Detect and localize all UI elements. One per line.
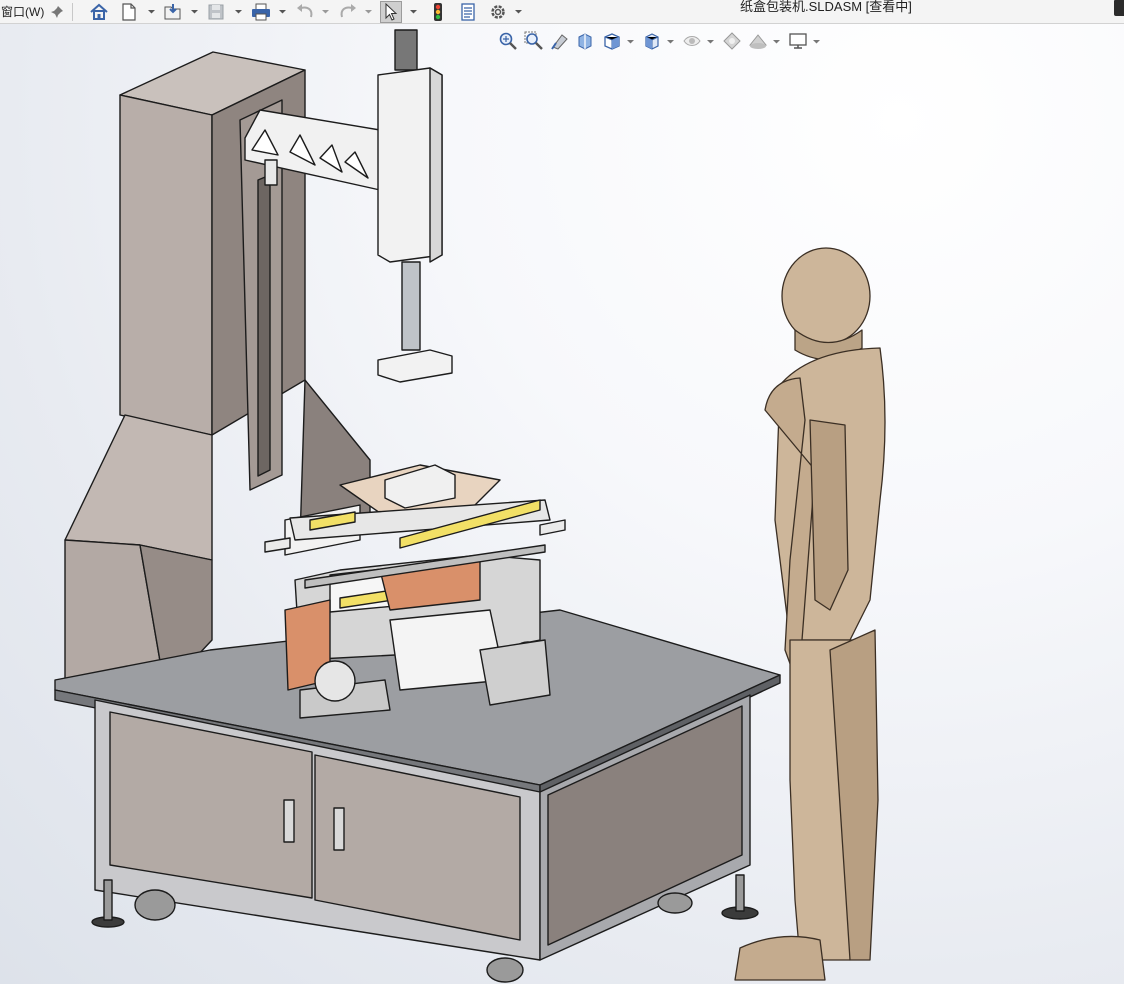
- vertical-actuator[interactable]: [377, 29, 453, 383]
- save-icon[interactable]: [205, 1, 227, 23]
- document-title: 纸盒包装机.SLDASM [查看中]: [740, 0, 912, 14]
- redo-icon[interactable]: [337, 1, 359, 23]
- undo-icon[interactable]: [294, 1, 316, 23]
- pin-icon[interactable]: [46, 1, 68, 23]
- window-corner-control[interactable]: [1114, 0, 1124, 16]
- print-icon[interactable]: [250, 1, 272, 23]
- chevron-down-icon[interactable]: [322, 8, 329, 15]
- assembly-model-view[interactable]: [0, 24, 1124, 984]
- open-icon[interactable]: [162, 1, 184, 23]
- toolbar-separator: [72, 3, 73, 21]
- graphics-viewport[interactable]: [0, 24, 1124, 984]
- options-gear-icon[interactable]: [487, 1, 509, 23]
- rebuild-traffic-light-icon[interactable]: [427, 1, 449, 23]
- chevron-down-icon[interactable]: [410, 8, 417, 15]
- human-mannequin: [734, 247, 886, 981]
- window-menu[interactable]: 窗口(W): [0, 2, 44, 22]
- chevron-down-icon[interactable]: [235, 8, 242, 15]
- select-cursor-icon[interactable]: [380, 1, 402, 23]
- overhead-arm[interactable]: [244, 109, 381, 191]
- file-properties-icon[interactable]: [457, 1, 479, 23]
- new-document-icon[interactable]: [118, 1, 140, 23]
- chevron-down-icon[interactable]: [191, 8, 198, 15]
- chevron-down-icon[interactable]: [515, 8, 522, 15]
- home-icon[interactable]: [88, 1, 110, 23]
- chevron-down-icon[interactable]: [279, 8, 286, 15]
- chevron-down-icon[interactable]: [148, 8, 155, 15]
- command-toolbar: 窗口(W) 纸盒包装机.SLDASM [查看中]: [0, 0, 1124, 24]
- chevron-down-icon[interactable]: [365, 8, 372, 15]
